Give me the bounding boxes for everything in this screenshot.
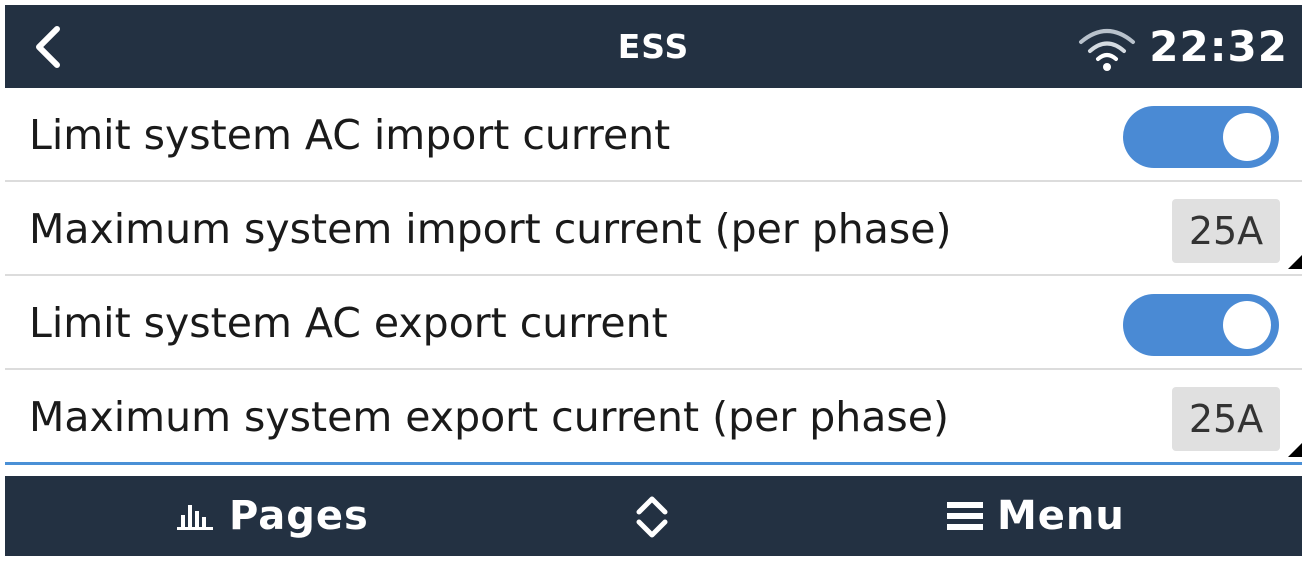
pages-label: Pages (229, 493, 369, 539)
menu-label: Menu (997, 493, 1125, 539)
device-screen: ESS 22:32 Limit system AC import current… (5, 5, 1302, 556)
clock: 22:32 (1149, 22, 1288, 71)
setting-label: Maximum system export current (per phase… (29, 393, 949, 441)
bar-chart-icon (177, 505, 213, 530)
setting-row-limit-import[interactable]: Limit system AC import current (5, 88, 1302, 182)
edit-corner-indicator (1288, 443, 1302, 457)
wifi-icon (1079, 29, 1135, 71)
max-export-value[interactable]: 25A (1172, 387, 1280, 451)
limit-import-toggle[interactable] (1123, 106, 1279, 168)
pages-button[interactable]: Pages (175, 476, 369, 556)
setting-row-max-import[interactable]: Maximum system import current (per phase… (5, 182, 1302, 276)
edit-corner-indicator (1288, 255, 1302, 269)
setting-label: Limit system AC export current (29, 299, 668, 347)
toggle-knob (1223, 301, 1271, 349)
setting-label: Limit system AC import current (29, 111, 671, 159)
footer-bar: Pages Menu (5, 476, 1302, 556)
header-bar: ESS 22:32 (5, 5, 1302, 88)
scroll-updown-button[interactable] (634, 493, 670, 541)
setting-row-limit-export[interactable]: Limit system AC export current (5, 276, 1302, 370)
settings-list: Limit system AC import current Maximum s… (5, 88, 1302, 465)
toggle-knob (1223, 113, 1271, 161)
max-import-value[interactable]: 25A (1172, 199, 1280, 263)
hamburger-menu-icon (947, 502, 983, 530)
setting-label: Maximum system import current (per phase… (29, 205, 952, 253)
limit-export-toggle[interactable] (1123, 294, 1279, 356)
up-down-chevron-icon (636, 496, 668, 538)
setting-row-max-export[interactable]: Maximum system export current (per phase… (5, 370, 1302, 465)
menu-button[interactable]: Menu (945, 476, 1125, 556)
